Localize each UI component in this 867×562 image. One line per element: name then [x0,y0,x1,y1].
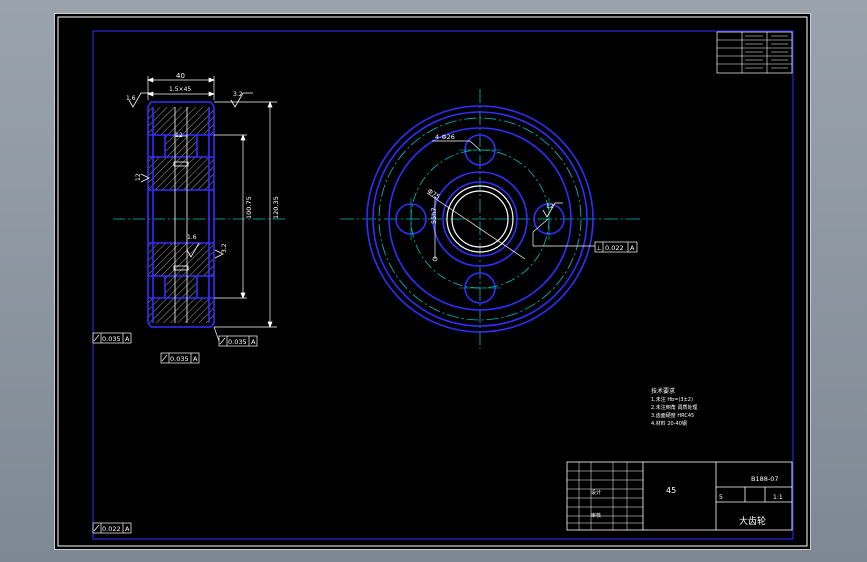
front-runout-symbol: ⊥ [596,244,602,252]
roughness-4-text: 1.6 [187,234,197,241]
notes-title: 技术要求 [651,387,675,395]
scale-text: 1:1 [773,494,783,501]
hub-width-dim-text: 12 [175,132,183,139]
scale-label-text: 5 [719,494,723,501]
notes-line-2: 2.未注倒角 调质处理 [651,404,697,411]
bottom-runout-datum: A [193,355,198,363]
checker-label: 审核 [591,512,601,519]
notes-line-4: 4.材料 20-40钢 [651,420,687,427]
front-runout-value: 0.022 [605,244,624,252]
right-runout-value: 0.035 [228,338,247,346]
outer-dia-text: 120.35 [272,196,280,219]
title-block: 设计 审核 45 B188-07 5 1:1 大齿轮 [566,461,793,531]
revision-table [716,31,793,74]
chamfer-dim-text: 1.5×45 [169,86,191,93]
root-dia-text: 100.75 [245,196,253,219]
section-view: 40 1.5×45 12 1.6 3.2 12 1.6 3.2 100.75 1… [92,72,285,364]
cad-viewport[interactable]: 40 1.5×45 12 1.6 3.2 12 1.6 3.2 100.75 1… [55,14,810,549]
roughness-3-text: 12 [135,173,142,181]
roughness-2-text: 3.2 [233,91,243,98]
drawing-number-text: B188-07 [751,475,778,483]
bore-dim-text: 55h7 [430,207,438,224]
cad-drawing: 40 1.5×45 12 1.6 3.2 12 1.6 3.2 100.75 1… [57,16,808,547]
notes-line-3: 3.齿面硬度 HRC45 [651,412,694,419]
width-dim-text: 40 [176,72,185,80]
roughness-6-text: 12 [546,203,554,210]
bottom-runout-value: 0.035 [170,355,189,363]
right-runout-datum: A [251,338,256,346]
roughness-1-text: 1.6 [126,95,136,102]
left-runout-datum: A [125,335,130,343]
roughness-5-text: 3.2 [221,243,228,253]
pcd-dim-text: Φ75 [426,187,442,201]
corner-runout-datum: A [125,525,130,533]
designer-label: 设计 [591,489,601,496]
material-text: 45 [666,486,676,495]
corner-runout-value: 0.022 [102,525,121,533]
front-view: 4-Φ26 Φ75 55h7 12 ⊥ 0.022 A [340,89,640,349]
holes-dim-text: 4-Φ26 [435,133,455,141]
technical-notes: 技术要求 1.未注 Hb=(3±2) 2.未注倒角 调质处理 3.齿面硬度 HR… [651,387,697,427]
part-name-text: 大齿轮 [739,515,766,527]
notes-line-1: 1.未注 Hb=(3±2) [651,396,693,403]
left-runout-value: 0.035 [102,335,121,343]
front-runout-datum: A [630,244,635,252]
